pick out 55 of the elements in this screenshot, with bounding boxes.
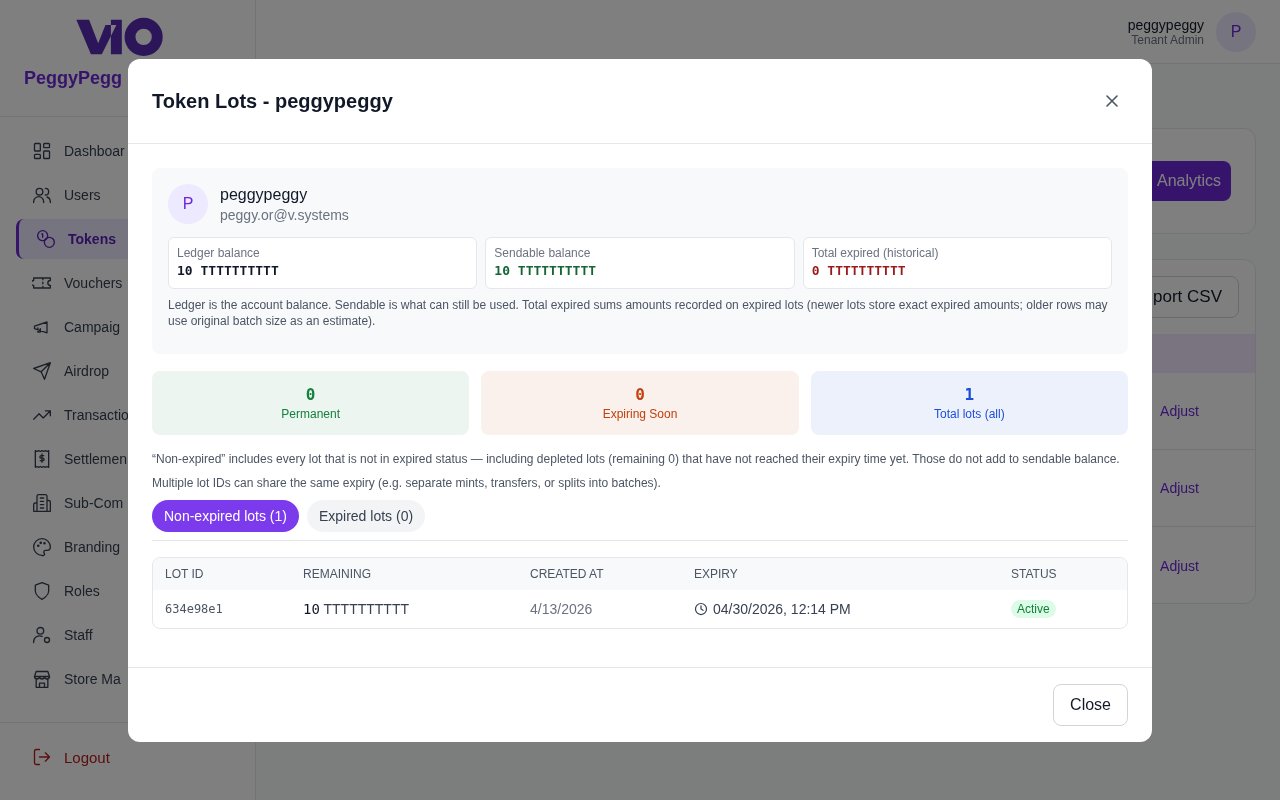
balance-note: Ledger is the account balance. Sendable is what can still be used. Total expired sums amounts recorded on expired lots (newer lots store exact expired amounts; older rows may use original batch size as an estimate). <box>168 297 1109 329</box>
store-icon <box>32 669 52 689</box>
sidebar-item[interactable]: Airdrop <box>16 351 239 391</box>
status-badge: Active <box>1011 600 1056 618</box>
column-header: REMAINING <box>303 567 372 581</box>
stat-label: Expiring Soon <box>602 407 678 421</box>
column-header: LOT ID <box>165 567 205 581</box>
users-icon <box>32 185 52 205</box>
lots-tab[interactable]: Expired lots (0) <box>306 500 426 532</box>
info-note: Multiple lot IDs can share the same expiry (e.g. separate mints, transfers, or splits into batches). <box>152 475 662 491</box>
column-header: EXPIRY <box>694 567 739 581</box>
user-gear-icon <box>32 625 52 645</box>
user-role: Tenant Admin <box>1131 32 1204 47</box>
shield-icon <box>32 581 52 601</box>
receipt-icon <box>32 449 52 469</box>
building-icon <box>32 493 52 513</box>
user-avatar[interactable]: P <box>1216 11 1256 52</box>
logout-icon <box>32 747 52 767</box>
sidebar-item[interactable]: Staff <box>16 615 239 655</box>
send-icon <box>32 361 52 381</box>
clock-icon <box>694 602 708 616</box>
brand-name: PeggyPegg <box>24 68 123 89</box>
expiry-text: 04/30/2026, 12:14 PM <box>713 601 851 617</box>
balance-label: Total expired (historical) <box>811 246 940 260</box>
adjust-link[interactable]: Adjust <box>1160 480 1199 496</box>
palette-icon <box>32 537 52 557</box>
column-header: CREATED AT <box>530 567 605 581</box>
remaining-cell-text: 10 TTTTTTTTTT <box>303 601 410 617</box>
created-cell-text: 4/13/2026 <box>530 601 594 617</box>
sidebar-item[interactable]: Transactio <box>16 395 239 435</box>
stat-label: Total lots (all) <box>934 407 1005 421</box>
modal-title: Token Lots - peggypeggy <box>152 89 393 113</box>
logout-link[interactable]: Logout <box>32 747 110 767</box>
stat-label: Permanent <box>281 407 340 421</box>
close-button[interactable]: Close <box>1053 684 1128 726</box>
lots-tab[interactable]: Non-expired lots (1) <box>152 500 299 532</box>
balance-label: Sendable balance <box>494 246 592 260</box>
stat-value: 0 <box>305 385 316 404</box>
grid-icon <box>32 141 52 161</box>
user-name: peggypeggy <box>1127 16 1204 33</box>
stat-value: 1 <box>964 385 975 404</box>
account-avatar: P <box>168 184 208 224</box>
coins-icon <box>36 229 56 249</box>
stat-value: 0 <box>635 385 645 404</box>
adjust-link[interactable]: Adjust <box>1160 557 1199 574</box>
balance-amount: 10 TTTTTTTTTT <box>494 263 598 278</box>
lot-id-cell-text: 634e98e1 <box>165 602 224 616</box>
column-header: STATUS <box>1011 567 1058 581</box>
account-name: peggypeggy <box>220 185 309 204</box>
sidebar-item[interactable]: Store Ma <box>16 659 239 699</box>
balance-amount: 0 TTTTTTTTTT <box>811 263 907 278</box>
adjust-link[interactable]: Adjust <box>1160 403 1199 419</box>
balance-amount: 10 TTTTTTTTTT <box>177 263 280 278</box>
info-note: “Non-expired” includes every lot that is not in expired status — including depleted lots (remaining 0) that have not reached their expiry time yet. Those do not add to sendable balance. <box>152 451 1121 467</box>
sidebar-item[interactable]: Dashboar <box>16 131 239 171</box>
